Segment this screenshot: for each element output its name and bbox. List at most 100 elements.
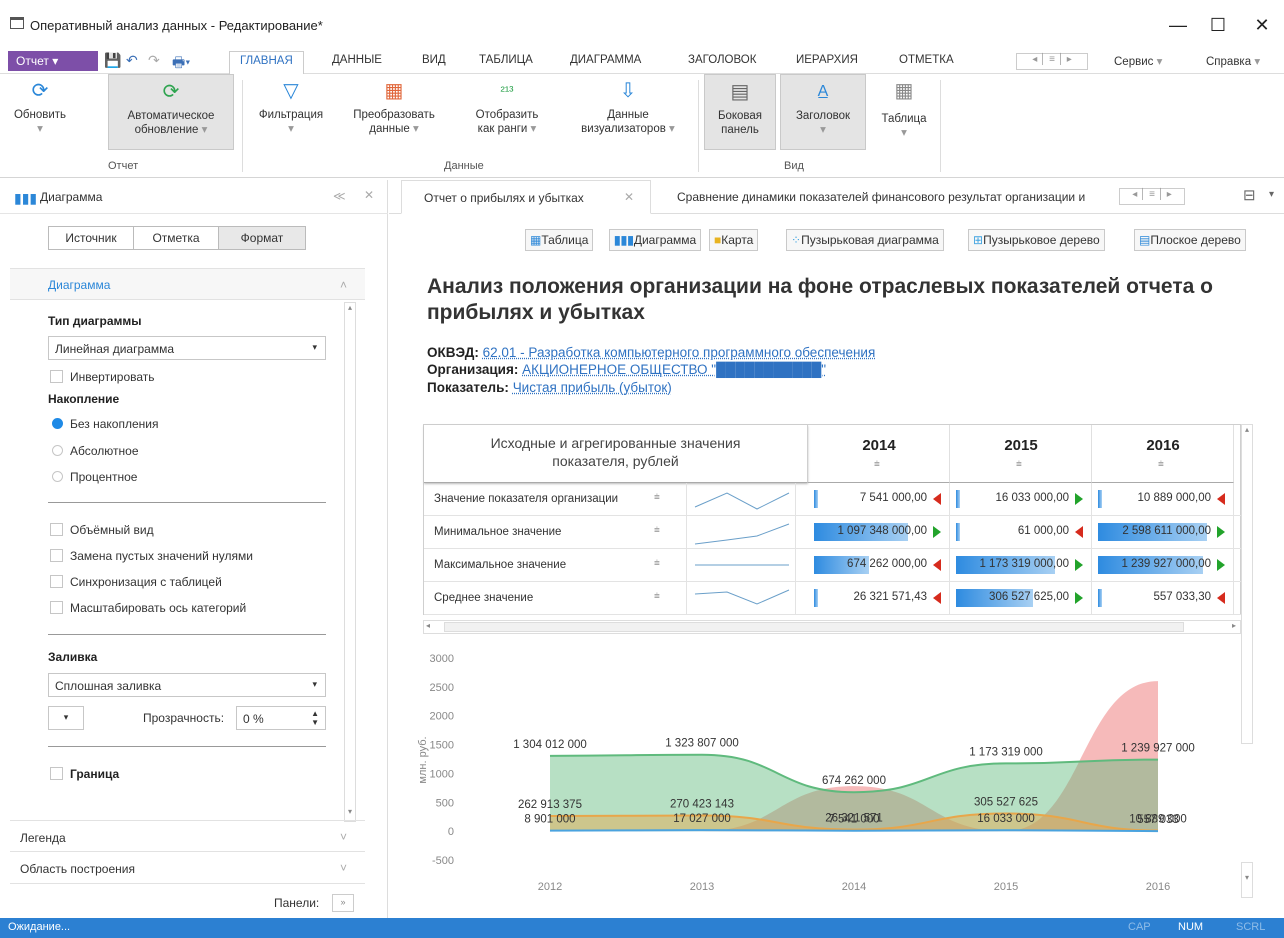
value-cell[interactable]: 26 321 571,43 — [808, 582, 950, 615]
chart-scrollbar[interactable]: ▾ — [1241, 862, 1253, 898]
filter-icon[interactable]: ⩧ — [1158, 459, 1164, 470]
tab-scroll-control[interactable]: ◂ │ ≡ │ ▸ — [1016, 53, 1088, 70]
scroll-up-icon[interactable]: ▴ — [1242, 425, 1252, 439]
scrollbar-thumb[interactable] — [444, 622, 1184, 632]
fill-color-picker[interactable]: ▾ — [48, 706, 84, 730]
panel-scrollbar[interactable]: ▴ ▾ — [344, 302, 356, 822]
data-label: 674 262 000 — [822, 775, 886, 787]
tab-view[interactable]: ВИД — [412, 51, 456, 69]
sync-table-checkbox[interactable] — [50, 575, 63, 588]
report-menu-button[interactable]: Отчет ▾ — [8, 51, 98, 71]
auto-refresh-button[interactable]: ⟳ Автоматическое обновление ▾ — [108, 74, 234, 150]
value-cell[interactable]: 1 097 348 000,00 — [808, 516, 950, 549]
transparency-spinner[interactable]: 0 % ▲ ▼ — [236, 706, 326, 730]
show-ranks-button[interactable]: ²¹³ Отобразить как ранги ▾ — [462, 78, 552, 136]
side-panel-button[interactable]: ▤ Боковая панель — [704, 74, 776, 150]
org-link[interactable]: АКЦИОНЕРНОЕ ОБЩЕСТВО "███████████" — [522, 362, 826, 377]
tab-source[interactable]: Источник — [48, 226, 134, 250]
filter-icon[interactable]: ⩧ — [654, 492, 660, 503]
panels-toggle-button[interactable]: » — [332, 894, 354, 912]
minimize-button[interactable]: — — [1158, 10, 1198, 40]
scroll-down-icon[interactable]: ▾ — [1242, 873, 1252, 882]
table-button[interactable]: ▦ Таблица ▾ — [872, 78, 936, 140]
value-cell[interactable]: 1 173 319 000,00 — [950, 549, 1092, 582]
view-flat-tree-button[interactable]: ▤Плоское дерево — [1134, 229, 1246, 251]
filter-icon[interactable]: ⩧ — [1016, 459, 1022, 470]
border-checkbox[interactable] — [50, 767, 63, 780]
value-cell[interactable]: 557 033,30 — [1092, 582, 1234, 615]
accum-percent-radio[interactable] — [52, 471, 63, 482]
print-icon[interactable]: 🖶▾ — [172, 52, 190, 76]
service-menu[interactable]: Сервис ▾ — [1104, 51, 1172, 71]
panel-header: ▮▮▮ Диаграмма ≪ ✕ — [0, 180, 388, 214]
section-chart[interactable]: Диаграмма ˄ — [10, 268, 365, 300]
maximize-button[interactable]: ☐ — [1198, 10, 1238, 40]
tab-mark-panel[interactable]: Отметка — [133, 226, 219, 250]
table-scrollbar[interactable]: ▴ — [1241, 424, 1253, 744]
close-panel-icon[interactable]: ✕ — [364, 188, 374, 202]
indicator-link[interactable]: Чистая прибыль (убыток) — [513, 380, 672, 395]
section-plot-area[interactable]: Область построения ˅ — [10, 852, 365, 884]
help-menu[interactable]: Справка ▾ — [1196, 51, 1270, 71]
doc-tabs-scroll[interactable]: ◂ │ ≡ │ ▸ — [1119, 188, 1185, 205]
save-icon[interactable]: 💾 — [104, 52, 121, 69]
view-table-button[interactable]: ▦Таблица — [525, 229, 594, 251]
value-cell[interactable]: 674 262 000,00 — [808, 549, 950, 582]
okved-link[interactable]: 62.01 - Разработка компьютерного програм… — [483, 345, 876, 360]
scroll-up-icon[interactable]: ▴ — [345, 303, 355, 317]
redo-icon[interactable]: ↷ — [148, 52, 160, 69]
tab-mark[interactable]: ОТМЕТКА — [889, 51, 964, 69]
view-map-button[interactable]: ■Карта — [709, 229, 759, 251]
scroll-right-icon[interactable]: ▸ — [1232, 621, 1236, 630]
tab-home[interactable]: ГЛАВНАЯ — [229, 51, 304, 75]
tab-format[interactable]: Формат — [218, 226, 306, 250]
tab-data[interactable]: ДАННЫЕ — [322, 51, 392, 69]
scale-axis-checkbox[interactable] — [50, 601, 63, 614]
accum-none-radio[interactable] — [52, 418, 63, 429]
filter-button[interactable]: ▽ Фильтрация ▾ — [246, 78, 336, 136]
volume-checkbox[interactable] — [50, 523, 63, 536]
value-cell[interactable]: 306 527 625,00 — [950, 582, 1092, 615]
scroll-down-icon[interactable]: ▾ — [345, 807, 355, 821]
refresh-button[interactable]: ⟳ Обновить ▾ — [8, 78, 72, 136]
replace-empty-checkbox[interactable] — [50, 549, 63, 562]
table-h-scrollbar[interactable]: ◂ ▸ — [423, 620, 1241, 634]
tab-hierarchy[interactable]: ИЕРАРХИЯ — [786, 51, 868, 69]
tab-chart[interactable]: ДИАГРАММА — [560, 51, 651, 69]
scroll-left-icon[interactable]: ◂ — [426, 621, 430, 630]
year-header[interactable]: 2016 ⩧ — [1092, 425, 1234, 483]
filter-icon[interactable]: ⩧ — [654, 591, 660, 602]
value-cell[interactable]: 7 541 000,00 — [808, 483, 950, 516]
close-button[interactable]: ✕ — [1242, 10, 1282, 40]
value-cell[interactable]: 2 598 611 000,00 — [1092, 516, 1234, 549]
tab-header[interactable]: ЗАГОЛОВОК — [678, 51, 766, 69]
value-cell[interactable]: 61 000,00 — [950, 516, 1092, 549]
doc-tab-2[interactable]: Сравнение динамики показателей финансово… — [677, 190, 1115, 204]
visualizer-data-button[interactable]: ⇩ Данные визуализаторов ▾ — [568, 78, 688, 136]
year-header[interactable]: 2014 ⩧ — [808, 425, 950, 483]
transform-data-button[interactable]: ▦ Преобразовать данные ▾ — [348, 78, 440, 136]
close-tab-icon[interactable]: ✕ — [624, 190, 634, 204]
view-bubble-chart-button[interactable]: ⁘Пузырьковая диаграмма — [786, 229, 944, 251]
fill-dropdown[interactable]: Сплошная заливка ▾ — [48, 673, 326, 697]
collapse-panel-icon[interactable]: ≪ — [333, 189, 346, 203]
tab-table[interactable]: ТАБЛИЦА — [469, 51, 543, 69]
layout-icon[interactable]: ⊟ — [1243, 186, 1256, 204]
view-bubble-tree-button[interactable]: ⊞Пузырьковое дерево — [968, 229, 1105, 251]
accum-absolute-radio[interactable] — [52, 445, 63, 456]
section-legend[interactable]: Легенда ˅ — [10, 820, 365, 852]
invert-checkbox[interactable] — [50, 370, 63, 383]
view-chart-button[interactable]: ▮▮▮Диаграмма — [609, 229, 702, 251]
undo-icon[interactable]: ↶ — [126, 52, 138, 69]
filter-icon[interactable]: ⩧ — [654, 525, 660, 536]
value-cell[interactable]: 16 033 000,00 — [950, 483, 1092, 516]
doc-tab-1[interactable]: Отчет о прибылях и убытках ✕ — [401, 180, 651, 214]
value-cell[interactable]: 1 239 927 000,00 — [1092, 549, 1234, 582]
chart-type-dropdown[interactable]: Линейная диаграмма ▾ — [48, 336, 326, 360]
header-button[interactable]: A̲ Заголовок ▾ — [780, 74, 866, 150]
filter-icon[interactable]: ⩧ — [874, 459, 880, 470]
filter-icon[interactable]: ⩧ — [654, 558, 660, 569]
chevron-down-icon[interactable]: ▾ — [1269, 189, 1274, 200]
value-cell[interactable]: 10 889 000,00 — [1092, 483, 1234, 516]
year-header[interactable]: 2015 ⩧ — [950, 425, 1092, 483]
